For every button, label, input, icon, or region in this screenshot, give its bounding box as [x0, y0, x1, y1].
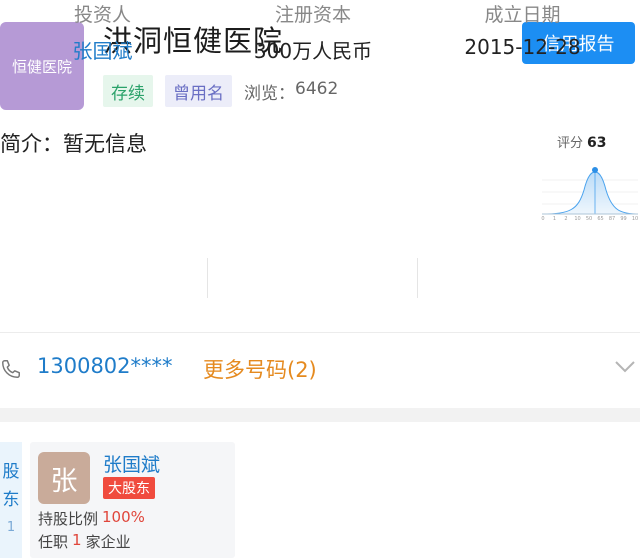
stat-investor-value[interactable]: 张国斌	[55, 35, 150, 64]
stat-date-value: 2015-12-28	[464, 35, 581, 59]
phone-row[interactable]: 1300802**** 更多号码(2)	[0, 352, 640, 390]
positions-count: 1	[72, 531, 82, 549]
score-bell-curve	[541, 171, 639, 215]
section-gap	[0, 408, 640, 422]
more-numbers-link[interactable]: 更多号码(2)	[203, 354, 317, 384]
intro-value: 暂无信息	[63, 132, 147, 156]
shareholder-side-tab[interactable]: 股 东 1	[0, 442, 22, 558]
shareholding-ratio: 持股比例 100%	[38, 508, 149, 529]
score-tick-label: 99	[620, 216, 626, 222]
score-distribution-chart[interactable]: 0 1 2 10 50 65 87 99 10	[540, 160, 640, 222]
phone-number[interactable]: 1300802****	[37, 354, 173, 378]
score-tick-label: 10	[574, 216, 580, 222]
phone-icon	[2, 360, 20, 378]
score-marker-dot	[592, 167, 598, 173]
score-tick-labels: 0 1 2 10 50 65 87 99 10	[541, 216, 638, 222]
stat-divider	[417, 258, 418, 298]
stat-date-label: 成立日期	[484, 4, 561, 26]
score-tick-label: 65	[597, 216, 603, 222]
chevron-down-icon[interactable]	[614, 360, 636, 374]
former-name-tag[interactable]: 曾用名	[165, 75, 232, 107]
major-shareholder-badge: 大股东	[103, 477, 155, 499]
side-tab-char: 东	[2, 490, 20, 510]
score-tick-label: 87	[609, 216, 615, 222]
stat-capital-label: 注册资本	[274, 4, 351, 26]
positions-held: 任职 1 家企业	[38, 531, 131, 552]
score-tick-label: 10	[632, 216, 638, 222]
stat-investor-label: 投资人	[73, 4, 131, 26]
stat-registered-capital: 注册资本 300万人民币	[238, 0, 388, 64]
positions-prefix: 任职	[38, 533, 69, 551]
shareholder-name[interactable]: 张国斌	[103, 450, 160, 477]
score-tick-label: 2	[564, 216, 567, 222]
score-tick-label: 1	[553, 216, 556, 222]
score-label-text: 评分	[557, 136, 584, 151]
view-count-value: 6462	[295, 78, 339, 99]
score-tick-label: 0	[541, 216, 544, 222]
score-value: 63	[587, 135, 607, 151]
section-divider	[0, 332, 640, 333]
stat-divider	[207, 258, 208, 298]
score-label[interactable]: 评分 63	[557, 132, 607, 151]
score-tick-label: 50	[586, 216, 592, 222]
intro-label: 简介：	[0, 132, 63, 156]
shareholder-card[interactable]: 张 张国斌 大股东 持股比例 100% 任职 1 家企业	[30, 442, 235, 558]
view-count-label: 浏览：	[244, 83, 295, 104]
stat-investor[interactable]: 投资人 张国斌	[55, 0, 150, 64]
view-count: 浏览： 6462	[244, 79, 338, 104]
side-tab-count: 1	[6, 520, 16, 535]
positions-suffix: 家企业	[85, 533, 131, 551]
avatar: 张	[38, 452, 90, 504]
ratio-value: 100%	[102, 508, 145, 526]
stat-capital-value: 300万人民币	[253, 39, 373, 63]
stat-established-date: 成立日期 2015-12-28	[450, 0, 595, 59]
side-tab-char: 股	[2, 462, 20, 482]
company-intro: 简介： 暂无信息	[0, 128, 147, 158]
ratio-label: 持股比例	[38, 510, 99, 528]
company-tags: 存续 曾用名 浏览： 6462	[103, 75, 338, 107]
status-badge: 存续	[103, 75, 153, 107]
